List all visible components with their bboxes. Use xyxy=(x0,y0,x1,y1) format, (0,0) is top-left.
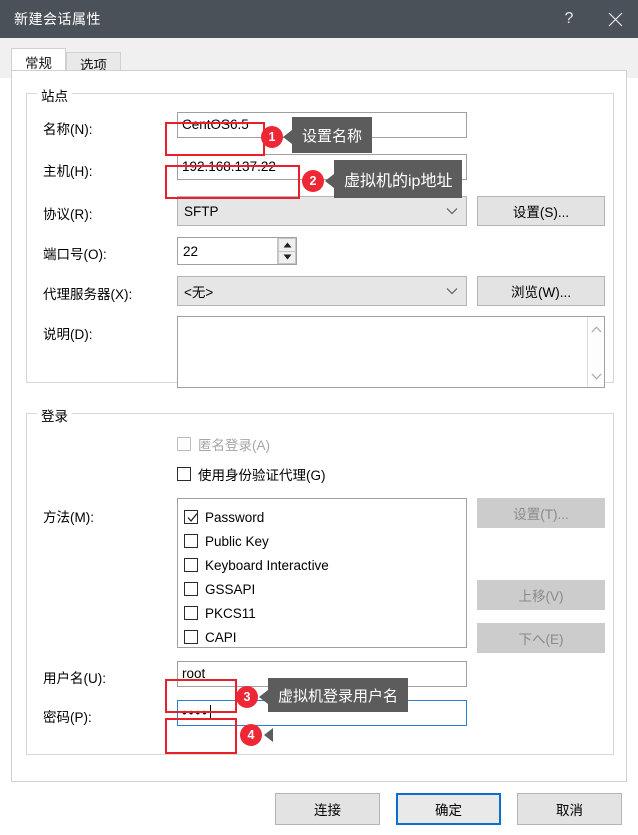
checkbox-box xyxy=(177,437,191,451)
method-move-up-button: 上移(V) xyxy=(477,580,605,610)
proxy-select-value: <无> xyxy=(184,285,214,300)
protocol-settings-button[interactable]: 设置(S)... xyxy=(477,196,605,226)
check-icon xyxy=(187,511,198,526)
list-item[interactable]: GSSAPI xyxy=(184,577,466,601)
cancel-button[interactable]: 取消 xyxy=(517,793,622,825)
annotation-tooltip-2: 虚拟机的ip地址 xyxy=(334,160,463,198)
port-label: 端口号(O): xyxy=(43,247,107,262)
anonymous-login-label: 匿名登录(A) xyxy=(198,438,270,453)
password-masked-value: •••• xyxy=(182,705,209,720)
checkbox-box[interactable] xyxy=(184,606,198,620)
password-label: 密码(P): xyxy=(43,710,92,725)
checkbox-box[interactable] xyxy=(177,467,191,481)
annotation-arrow-2 xyxy=(325,174,334,188)
annotation-arrow-3 xyxy=(259,690,268,704)
method-settings-button: 设置(T)... xyxy=(477,498,605,528)
name-label: 名称(N): xyxy=(43,122,93,137)
method-label: 方法(M): xyxy=(43,510,94,525)
window-controls: ? xyxy=(546,0,638,38)
list-item-label: Keyboard Interactive xyxy=(205,557,329,573)
list-item-label: PKCS11 xyxy=(205,605,256,621)
annotation-badge-1: 1 xyxy=(261,126,283,148)
port-input[interactable]: 22 xyxy=(178,238,277,264)
chevron-down-icon xyxy=(446,284,458,299)
login-group-title: 登录 xyxy=(37,405,72,425)
help-icon[interactable]: ? xyxy=(546,0,592,38)
description-scrollbar[interactable] xyxy=(587,317,604,387)
host-label: 主机(H): xyxy=(43,164,93,179)
method-move-down-button: 下へ(E) xyxy=(477,623,605,653)
checkbox-box[interactable] xyxy=(184,582,198,596)
list-item-label: GSSAPI xyxy=(205,581,256,597)
list-item-label: Password xyxy=(205,509,265,525)
annotation-badge-4: 4 xyxy=(240,724,262,746)
list-item-label: CAPI xyxy=(205,629,237,645)
list-item[interactable]: Keyboard Interactive xyxy=(184,553,466,577)
connect-button[interactable]: 连接 xyxy=(275,793,380,825)
proxy-label: 代理服务器(X): xyxy=(43,287,133,302)
annotation-badge-2: 2 xyxy=(302,170,324,192)
title-bar: 新建会话属性 ? xyxy=(0,0,638,38)
ok-button[interactable]: 确定 xyxy=(396,793,501,825)
dialog-footer: 连接 确定 取消 xyxy=(0,782,638,835)
anonymous-login-checkbox: 匿名登录(A) xyxy=(177,434,270,454)
checkbox-box[interactable] xyxy=(184,534,198,548)
list-item[interactable]: Password xyxy=(184,505,466,529)
protocol-select[interactable]: SFTP xyxy=(177,196,467,226)
proxy-browse-button[interactable]: 浏览(W)... xyxy=(477,276,605,306)
annotation-arrow-4 xyxy=(264,728,273,742)
proxy-select[interactable]: <无> xyxy=(177,276,467,306)
annotation-tooltip-1: 设置名称 xyxy=(292,117,373,153)
annotation-badge-3: 3 xyxy=(236,686,258,708)
annotation-arrow-1 xyxy=(283,130,292,144)
list-item[interactable]: Public Key xyxy=(184,529,466,553)
list-item[interactable]: PKCS11 xyxy=(184,601,466,625)
list-item-label: Public Key xyxy=(205,533,269,549)
auth-agent-checkbox[interactable]: 使用身份验证代理(G) xyxy=(177,464,326,484)
method-listbox[interactable]: Password Public Key Keyboard Interactive… xyxy=(177,498,467,648)
protocol-label: 协议(R): xyxy=(43,207,93,222)
protocol-select-value: SFTP xyxy=(184,203,219,219)
port-increment-icon[interactable] xyxy=(278,238,296,251)
description-textarea[interactable] xyxy=(177,316,605,388)
window-title: 新建会话属性 xyxy=(14,11,101,27)
close-icon[interactable] xyxy=(592,0,638,38)
scroll-down-icon[interactable] xyxy=(591,368,602,383)
checkbox-box[interactable] xyxy=(184,630,198,644)
scroll-up-icon[interactable] xyxy=(591,321,602,336)
site-group-title: 站点 xyxy=(37,85,72,105)
auth-agent-label: 使用身份验证代理(G) xyxy=(198,468,326,483)
checkbox-box[interactable] xyxy=(184,558,198,572)
port-decrement-icon[interactable] xyxy=(278,250,296,264)
list-item[interactable]: CAPI xyxy=(184,625,466,649)
port-stepper[interactable]: 22 xyxy=(177,237,297,265)
checkbox-box[interactable] xyxy=(184,510,198,524)
description-label: 说明(D): xyxy=(43,327,93,342)
chevron-down-icon xyxy=(446,204,458,219)
description-text[interactable] xyxy=(178,317,587,387)
username-label: 用户名(U): xyxy=(43,671,106,686)
annotation-tooltip-3: 虚拟机登录用户名 xyxy=(268,678,409,712)
